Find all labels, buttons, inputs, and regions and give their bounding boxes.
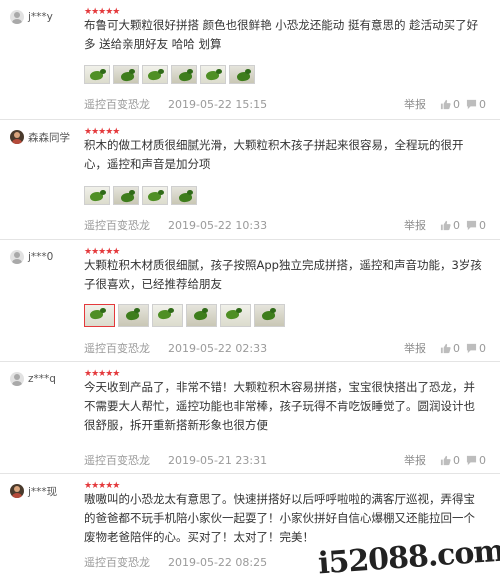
comment-icon xyxy=(466,99,477,109)
review-text: 大颗粒积木材质很细腻，孩子按照App独立完成拼搭，遥控和声音功能，3岁孩子很喜欢… xyxy=(84,258,482,291)
thumbs-up-icon xyxy=(440,99,451,109)
report-link[interactable]: 举报 xyxy=(404,96,426,112)
reviewer-name: j***0 xyxy=(28,251,54,263)
like-button[interactable]: 0 xyxy=(440,98,460,111)
product-variant: 遥控百变恐龙 xyxy=(84,342,150,355)
like-button[interactable]: 0 xyxy=(440,454,460,467)
product-variant: 遥控百变恐龙 xyxy=(84,219,150,232)
review-meta: 遥控百变恐龙 2019-05-22 08:25 xyxy=(84,554,350,570)
like-count: 0 xyxy=(453,341,460,355)
product-variant: 遥控百变恐龙 xyxy=(84,556,150,569)
reviewer-name: 森森同学 xyxy=(28,131,70,144)
reply-count: 0 xyxy=(479,97,486,111)
reviewer: j***0 xyxy=(10,249,53,265)
reply-button[interactable]: 0 xyxy=(466,342,486,355)
comment-icon xyxy=(466,220,477,230)
avatar xyxy=(10,130,24,144)
review-image-thumb[interactable] xyxy=(200,65,226,84)
review-images xyxy=(84,304,285,327)
thumbs-up-icon xyxy=(440,455,451,465)
review-image-thumb[interactable] xyxy=(84,304,115,327)
reviewer: j***y xyxy=(10,9,53,25)
reply-count: 0 xyxy=(479,341,486,355)
review-image-thumb[interactable] xyxy=(186,304,217,327)
review-text: 积木的做工材质很细腻光滑，大颗粒积木孩子拼起来很容易，全程玩的很开心，遥控和声音… xyxy=(84,138,464,171)
review-meta: 遥控百变恐龙 2019-05-21 23:31 举报 0 0 xyxy=(84,452,486,468)
like-button[interactable]: 0 xyxy=(440,342,460,355)
comment-icon xyxy=(466,343,477,353)
review-meta: 遥控百变恐龙 2019-05-22 10:33 举报 0 0 xyxy=(84,217,486,233)
review-image-thumb[interactable] xyxy=(142,65,168,84)
thumbs-up-icon xyxy=(440,343,451,353)
review-image-thumb[interactable] xyxy=(220,304,251,327)
reviewer-name: j***y xyxy=(28,11,53,23)
like-count: 0 xyxy=(453,97,460,111)
reply-count: 0 xyxy=(479,453,486,467)
reviewer-name: z***q xyxy=(28,373,56,385)
review-image-thumb[interactable] xyxy=(118,304,149,327)
review-meta: 遥控百变恐龙 2019-05-22 02:33 举报 0 0 xyxy=(84,340,486,356)
review-image-thumb[interactable] xyxy=(113,186,139,205)
review-image-thumb[interactable] xyxy=(84,65,110,84)
review-image-thumb[interactable] xyxy=(142,186,168,205)
report-link[interactable]: 举报 xyxy=(404,452,426,468)
review-item: z***q ★★★★★ 今天收到产品了，非常不错！大颗粒积木容易拼搭，宝宝很快搭… xyxy=(0,362,500,474)
review-text: 今天收到产品了，非常不错！大颗粒积木容易拼搭，宝宝很快搭出了恐龙，并不需要大人帮… xyxy=(84,380,475,432)
avatar xyxy=(10,250,24,264)
review-item: 森森同学 ★★★★★ 积木的做工材质很细腻光滑，大颗粒积木孩子拼起来很容易，全程… xyxy=(0,120,500,240)
review-image-thumb[interactable] xyxy=(171,65,197,84)
review-date: 2019-05-22 08:25 xyxy=(168,555,268,569)
avatar xyxy=(10,484,24,498)
reply-button[interactable]: 0 xyxy=(466,219,486,232)
reviewer: 森森同学 xyxy=(10,129,70,145)
review-item: j***y ★★★★★ 布鲁可大颗粒很好拼搭 颜色也很鲜艳 小恐龙还能动 挺有意… xyxy=(0,0,500,120)
review-image-thumb[interactable] xyxy=(84,186,110,205)
reviewer-name: j***现 xyxy=(28,485,58,498)
avatar xyxy=(10,10,24,24)
review-item: j***0 ★★★★★ 大颗粒积木材质很细腻，孩子按照App独立完成拼搭，遥控和… xyxy=(0,240,500,362)
review-image-thumb[interactable] xyxy=(254,304,285,327)
reviewer: z***q xyxy=(10,371,56,387)
like-count: 0 xyxy=(453,453,460,467)
review-text: 布鲁可大颗粒很好拼搭 颜色也很鲜艳 小恐龙还能动 挺有意思的 趁活动买了好多 送… xyxy=(84,18,479,51)
like-count: 0 xyxy=(453,218,460,232)
review-images xyxy=(84,186,197,205)
review-images xyxy=(84,65,255,84)
product-variant: 遥控百变恐龙 xyxy=(84,454,150,467)
review-image-thumb[interactable] xyxy=(171,186,197,205)
reviewer: j***现 xyxy=(10,483,57,499)
reply-count: 0 xyxy=(479,218,486,232)
review-image-thumb[interactable] xyxy=(152,304,183,327)
review-date: 2019-05-22 02:33 xyxy=(168,341,268,355)
thumbs-up-icon xyxy=(440,220,451,230)
report-link[interactable]: 举报 xyxy=(404,217,426,233)
review-date: 2019-05-22 10:33 xyxy=(168,218,268,232)
avatar xyxy=(10,372,24,386)
comment-icon xyxy=(466,455,477,465)
report-link[interactable]: 举报 xyxy=(404,340,426,356)
review-meta: 遥控百变恐龙 2019-05-22 15:15 举报 0 0 xyxy=(84,96,486,112)
reply-button[interactable]: 0 xyxy=(466,454,486,467)
reply-button[interactable]: 0 xyxy=(466,98,486,111)
product-variant: 遥控百变恐龙 xyxy=(84,98,150,111)
review-date: 2019-05-21 23:31 xyxy=(168,453,268,467)
review-list: j***y ★★★★★ 布鲁可大颗粒很好拼搭 颜色也很鲜艳 小恐龙还能动 挺有意… xyxy=(0,0,500,582)
review-date: 2019-05-22 15:15 xyxy=(168,97,268,111)
like-button[interactable]: 0 xyxy=(440,219,460,232)
review-image-thumb[interactable] xyxy=(229,65,255,84)
review-image-thumb[interactable] xyxy=(113,65,139,84)
